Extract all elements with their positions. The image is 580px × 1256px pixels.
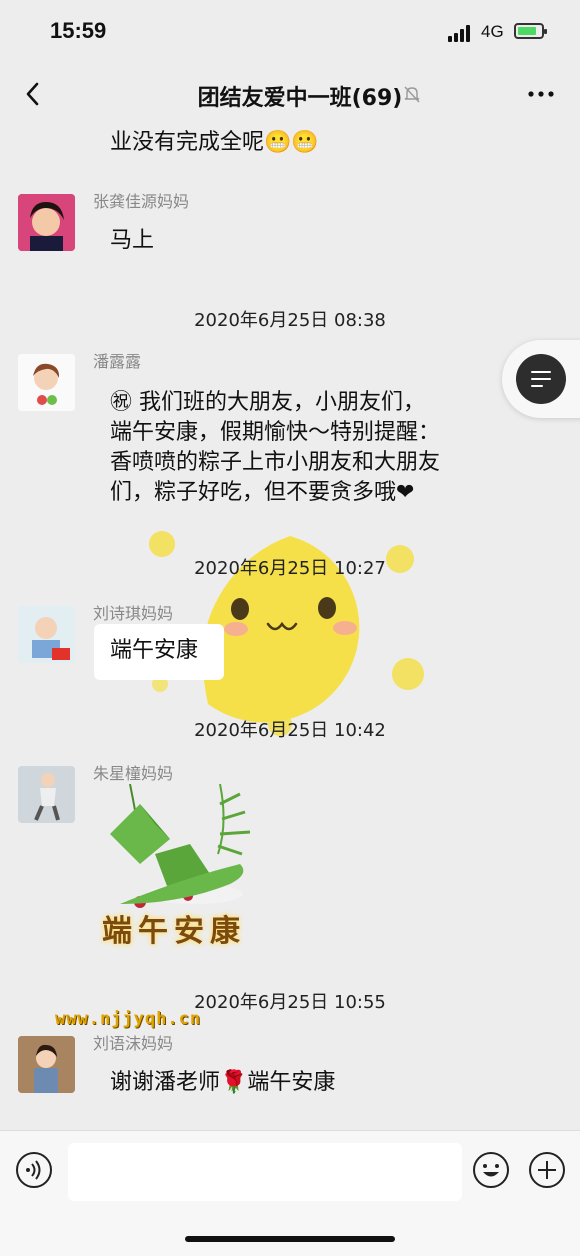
message-line: ㊗ 我们班的大朋友，小朋友们，	[110, 390, 425, 415]
back-icon[interactable]	[20, 80, 48, 108]
message-line: 香喷喷的粽子上市小朋友和大朋友	[110, 450, 441, 475]
avatar[interactable]	[18, 766, 75, 823]
message-timestamp: 2020年6月25日 10:27	[194, 558, 386, 579]
message-list[interactable]: 业没有完成全呢😬😬 张龚佳源妈妈 马上 2020年6月25日 08:38 潘露露…	[0, 124, 580, 1130]
message-text: 端午安康	[110, 638, 199, 663]
floating-menu-button[interactable]	[502, 340, 580, 418]
voice-icon[interactable]	[15, 1151, 53, 1189]
message-timestamp: 2020年6月25日 10:42	[194, 720, 386, 741]
plus-icon[interactable]	[528, 1151, 566, 1189]
sender-name: 刘诗琪妈妈	[93, 604, 174, 623]
avatar[interactable]	[18, 1036, 75, 1093]
message-input[interactable]	[68, 1143, 462, 1201]
network-type: 4G	[481, 22, 504, 41]
message-line: 们，粽子好吃，但不要贪多哦❤	[110, 480, 415, 505]
message-timestamp: 2020年6月25日 08:38	[194, 310, 386, 331]
message-text: 业没有完成全呢😬😬	[110, 130, 319, 155]
battery-icon	[514, 23, 547, 39]
message-text: 马上	[110, 228, 155, 253]
sender-name: 潘露露	[93, 352, 142, 371]
image-caption: 端午安康	[102, 914, 246, 949]
avatar[interactable]	[18, 194, 75, 251]
emoji-icon[interactable]	[472, 1151, 510, 1189]
watermark-text: www.njjyqh.cn	[55, 1009, 202, 1029]
list-icon	[516, 354, 566, 404]
sender-name: 张龚佳源妈妈	[93, 192, 190, 211]
sender-name: 朱星橦妈妈	[93, 764, 174, 783]
message-text: 谢谢潘老师🌹端午安康	[110, 1070, 336, 1095]
chat-header: 团结友爱中一班(69)	[0, 64, 580, 124]
avatar[interactable]	[18, 606, 75, 663]
status-time: 15:59	[50, 18, 107, 43]
zongzi-sticker-image[interactable]: 端午安康	[100, 783, 270, 954]
message-text-multiline: ㊗ 我们班的大朋友，小朋友们， 端午安康，假期愉快～特别提醒： 香喷喷的粽子上市…	[110, 388, 440, 508]
message-bubble[interactable]: 端午安康	[94, 624, 224, 680]
signal-icon	[448, 24, 474, 42]
mute-bell-icon	[404, 86, 420, 103]
message-line: 端午安康，假期愉快～特别提醒：	[110, 420, 441, 445]
sender-name: 刘语沫妈妈	[93, 1034, 174, 1053]
avatar[interactable]	[18, 354, 75, 411]
home-indicator	[185, 1236, 395, 1242]
more-icon[interactable]	[526, 82, 556, 106]
status-bar: 15:59 4G	[0, 0, 580, 64]
chat-title: 团结友爱中一班(69)	[197, 86, 403, 111]
